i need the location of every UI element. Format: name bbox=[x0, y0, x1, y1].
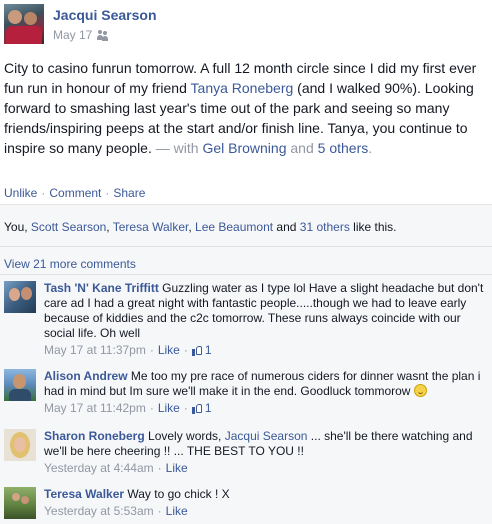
like-comment-button[interactable]: Like bbox=[158, 343, 180, 358]
comment-like-count[interactable]: 1 bbox=[191, 401, 212, 416]
comment-meta: Yesterday at 5:53am · Like bbox=[44, 504, 188, 519]
share-button[interactable]: Share bbox=[113, 186, 145, 200]
divider bbox=[0, 246, 492, 247]
comment-meta: May 17 at 11:37pm · Like · 1 bbox=[44, 343, 212, 358]
likes-sentence: You, Scott Searson, Teresa Walker, Lee B… bbox=[4, 220, 397, 234]
smiley-icon bbox=[413, 384, 427, 397]
comment-body: Alison Andrew Me too my pre race of nume… bbox=[44, 369, 490, 416]
facebook-post: Jacqui Searson May 17 City to casino fun… bbox=[0, 0, 492, 524]
divider bbox=[0, 274, 492, 275]
action-bar: Unlike · Comment · Share bbox=[4, 186, 145, 200]
with-prefix: — with bbox=[151, 140, 203, 156]
comment-body: Teresa Walker Way to go chick ! X Yester… bbox=[44, 487, 490, 519]
commenter-avatar[interactable] bbox=[4, 429, 36, 461]
post-text: City to casino funrun tomorrow. A full 1… bbox=[4, 58, 488, 158]
comment-meta: Yesterday at 4:44am · Like bbox=[44, 461, 188, 476]
liker-link[interactable]: Teresa Walker bbox=[113, 220, 189, 234]
like-count-value: 1 bbox=[204, 401, 212, 415]
commenter-name[interactable]: Sharon Roneberg bbox=[44, 429, 145, 443]
commenter-name[interactable]: Tash 'N' Kane Triffitt bbox=[44, 281, 159, 295]
comment-like-count[interactable]: 1 bbox=[191, 343, 212, 358]
with-end: . bbox=[368, 140, 373, 156]
thumbs-up-icon bbox=[191, 403, 203, 415]
commenter-avatar[interactable] bbox=[4, 369, 36, 401]
likes-others-link[interactable]: 31 others bbox=[300, 220, 350, 234]
commenter-avatar[interactable] bbox=[4, 281, 36, 313]
comment-text: Way to go chick ! X bbox=[124, 487, 230, 501]
like-comment-button[interactable]: Like bbox=[158, 401, 180, 416]
with-and: and bbox=[286, 140, 318, 156]
mention-link[interactable]: Tanya Roneberg bbox=[191, 80, 294, 96]
unlike-button[interactable]: Unlike bbox=[4, 186, 37, 200]
comment-time[interactable]: Yesterday at 5:53am bbox=[44, 504, 154, 519]
tagged-others-link[interactable]: 5 others bbox=[318, 140, 369, 156]
friends-icon[interactable] bbox=[97, 30, 109, 40]
action-separator: · bbox=[41, 186, 46, 200]
author-avatar[interactable] bbox=[4, 4, 44, 44]
action-separator: · bbox=[105, 186, 110, 200]
comment-body: Sharon Roneberg Lovely words, Jacqui Sea… bbox=[44, 429, 490, 476]
commenter-name[interactable]: Alison Andrew bbox=[44, 369, 128, 383]
author-name[interactable]: Jacqui Searson bbox=[53, 7, 157, 23]
comment-time[interactable]: May 17 at 11:37pm bbox=[44, 343, 146, 358]
comment-meta: May 17 at 11:42pm · Like · 1 bbox=[44, 401, 212, 416]
post-date[interactable]: May 17 bbox=[53, 28, 92, 42]
likes-and: and bbox=[273, 220, 300, 234]
mention-link[interactable]: Jacqui Searson bbox=[225, 429, 308, 443]
comment-button[interactable]: Comment bbox=[49, 186, 101, 200]
like-comment-button[interactable]: Like bbox=[166, 504, 188, 519]
feedback-section: You, Scott Searson, Teresa Walker, Lee B… bbox=[0, 204, 492, 524]
likes-you: You, bbox=[4, 220, 31, 234]
likes-separator: , bbox=[188, 220, 196, 234]
like-comment-button[interactable]: Like bbox=[166, 461, 188, 476]
post-meta: May 17 bbox=[53, 28, 109, 42]
comment-time[interactable]: Yesterday at 4:44am bbox=[44, 461, 154, 476]
view-more-comments-link[interactable]: View 21 more comments bbox=[4, 257, 136, 271]
thumbs-up-icon bbox=[191, 345, 203, 357]
liker-link[interactable]: Scott Searson bbox=[31, 220, 106, 234]
like-count-value: 1 bbox=[204, 343, 212, 357]
likes-suffix: like this. bbox=[349, 220, 397, 234]
comment-body: Tash 'N' Kane Triffitt Guzzling water as… bbox=[44, 281, 490, 358]
comment-time[interactable]: May 17 at 11:42pm bbox=[44, 401, 146, 416]
commenter-avatar[interactable] bbox=[4, 487, 36, 519]
tagged-person-link[interactable]: Gel Browning bbox=[202, 140, 286, 156]
commenter-name[interactable]: Teresa Walker bbox=[44, 487, 124, 501]
liker-link[interactable]: Lee Beaumont bbox=[195, 220, 273, 234]
comment-text: Lovely words, bbox=[144, 429, 225, 443]
